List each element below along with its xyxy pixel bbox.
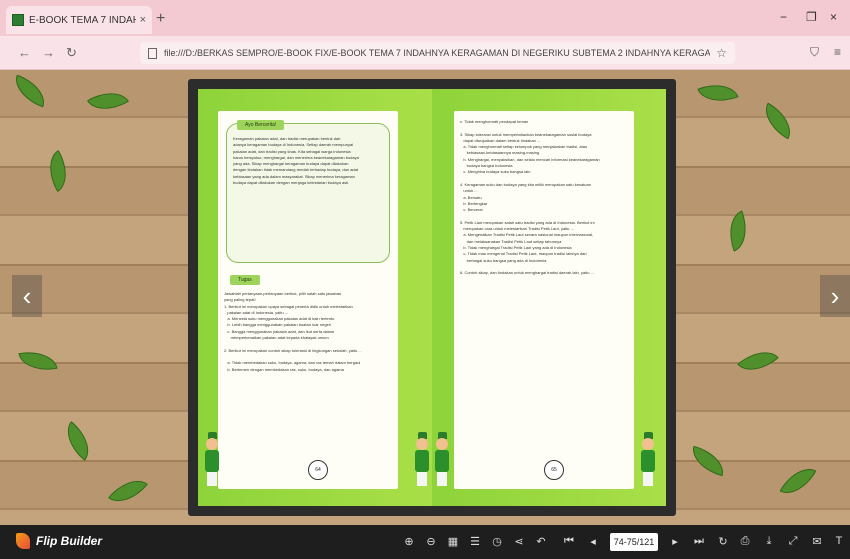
fullscreen-icon[interactable]: ⤢ [786, 534, 800, 548]
print-icon[interactable]: ⎙ [738, 534, 752, 548]
child-illustration [412, 432, 432, 486]
page-number: 64 [308, 460, 328, 480]
brand-logo: Flip Builder [16, 533, 102, 549]
leaf-decoration [86, 82, 130, 120]
address-bar-row: ← → ↻ file:///D:/BERKAS SEMPRO/E-BOOK FI… [0, 36, 850, 70]
leaf-decoration [721, 210, 755, 252]
leaf-decoration [39, 149, 77, 193]
questions-text: c. Tidak menghormati pendapat teman 3. S… [460, 119, 600, 276]
next-page-icon[interactable]: ▸ [668, 534, 682, 548]
child-illustration [638, 432, 658, 486]
back-button[interactable]: ← [18, 45, 31, 60]
leaf-decoration [779, 459, 817, 503]
browser-tab[interactable]: E-BOOK TEMA 7 INDAHNYA KE × [6, 6, 152, 34]
leaf-decoration [697, 76, 739, 110]
minimize-button[interactable]: − [780, 10, 787, 24]
url-field[interactable]: file:///D:/BERKAS SEMPRO/E-BOOK FIX/E-BO… [140, 42, 735, 64]
menu-icon[interactable]: ≡ [834, 45, 841, 59]
rotate-icon[interactable]: ↻ [716, 534, 730, 548]
leaf-decoration [18, 347, 58, 375]
page-number: 65 [544, 460, 564, 480]
browser-tab-bar: E-BOOK TEMA 7 INDAHNYA KE × + − ❐ × [0, 0, 850, 36]
flipbuilder-logo-icon [16, 533, 30, 549]
url-text: file:///D:/BERKAS SEMPRO/E-BOOK FIX/E-BO… [164, 48, 711, 58]
download-icon[interactable]: ⤓ [762, 534, 776, 548]
left-page-sheet: Ayo Bercerita! Keragaman pakaian adat, d… [218, 111, 398, 489]
task-label: Tugas [230, 275, 260, 285]
next-page-arrow[interactable]: › [820, 275, 850, 317]
restore-button[interactable]: ❐ [806, 10, 817, 24]
story-box: Ayo Bercerita! Keragaman pakaian adat, d… [226, 120, 390, 263]
leaf-decoration [687, 445, 729, 477]
document-icon [148, 47, 157, 59]
share-icon[interactable]: ⋖ [512, 534, 526, 548]
tab-favicon-icon [12, 14, 24, 26]
task-text: Jawablah pertanyaan-pertanyaan berikut, … [224, 291, 362, 372]
new-tab-button[interactable]: + [156, 10, 165, 28]
tab-close-button[interactable]: × [140, 14, 146, 26]
brand-name: Flip Builder [36, 534, 102, 548]
page-indicator-input[interactable]: 74-75/121 [610, 533, 658, 551]
leaf-decoration [108, 470, 148, 512]
forward-button[interactable]: → [42, 45, 55, 60]
book-spread: Ayo Bercerita! Keragaman pakaian adat, d… [188, 79, 676, 516]
left-page[interactable]: Ayo Bercerita! Keragaman pakaian adat, d… [198, 89, 432, 506]
last-page-icon[interactable]: ⏭ [692, 534, 706, 548]
tab-title: E-BOOK TEMA 7 INDAHNYA KE [29, 14, 136, 26]
toc-icon[interactable]: ☰ [468, 534, 482, 548]
reload-button[interactable]: ↻ [66, 45, 77, 61]
story-box-label: Ayo Bercerita! [237, 120, 285, 130]
thumbnails-icon[interactable]: ▦ [446, 534, 460, 548]
bookmark-star-icon[interactable]: ☆ [716, 46, 727, 60]
story-text: Keragaman pakaian adat, dan tradisi meru… [233, 136, 359, 186]
child-illustration [202, 432, 222, 486]
child-illustration [432, 432, 452, 486]
leaf-decoration [9, 74, 51, 108]
leaf-decoration [737, 341, 779, 381]
flipbook-viewer: ‹ › Ayo Bercerita! Keragaman pakaian ada… [0, 70, 850, 525]
right-page-sheet: c. Tidak menghormati pendapat teman 3. S… [454, 111, 634, 489]
shield-icon[interactable]: ⛉ [810, 45, 819, 60]
leaf-decoration [57, 421, 99, 461]
text-icon[interactable]: T [832, 534, 846, 548]
prev-page-icon[interactable]: ◂ [586, 534, 600, 548]
leaf-decoration [756, 102, 800, 140]
zoom-in-icon[interactable]: ⊕ [402, 534, 416, 548]
pages: Ayo Bercerita! Keragaman pakaian adat, d… [198, 89, 666, 506]
zoom-out-icon[interactable]: ⊖ [424, 534, 438, 548]
flipbook-toolbar: Flip Builder ⊕ ⊖ ▦ ☰ ◷ ⋖ ↶ ⏮ ◂ 74-75/121… [0, 525, 850, 559]
right-page[interactable]: c. Tidak menghormati pendapat teman 3. S… [432, 89, 666, 506]
email-icon[interactable]: ✉ [810, 534, 824, 548]
autoplay-icon[interactable]: ◷ [490, 534, 504, 548]
first-page-icon[interactable]: ⏮ [562, 534, 576, 548]
prev-page-arrow[interactable]: ‹ [12, 275, 42, 317]
undo-icon[interactable]: ↶ [534, 534, 548, 548]
window-close-button[interactable]: × [830, 10, 837, 24]
